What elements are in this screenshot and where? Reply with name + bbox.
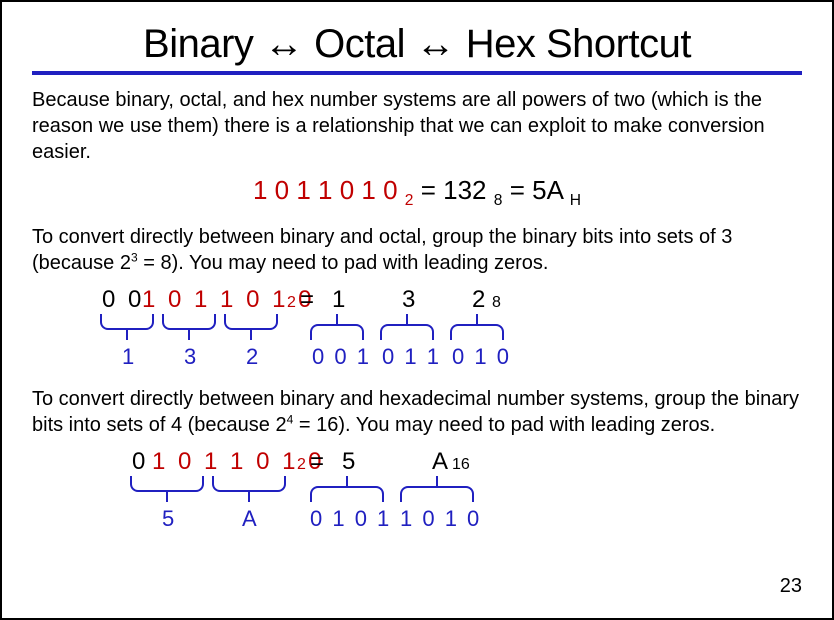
group-val-3: 2 — [246, 344, 258, 370]
bits-3: 0 1 0 — [452, 344, 511, 370]
bracket-stem — [336, 314, 338, 324]
binary-base: 2 — [287, 294, 299, 312]
octal-paragraph: To convert directly between binary and o… — [32, 224, 802, 276]
equals: = — [310, 448, 324, 476]
bracket-up — [450, 324, 504, 340]
bracket-stem — [248, 492, 250, 502]
octal-para-b: = 8). You may need to pad with leading z… — [138, 252, 549, 274]
binary-base: 2 — [297, 456, 309, 474]
intro-paragraph: Because binary, octal, and hex number sy… — [32, 87, 802, 165]
bracket-stem — [250, 330, 252, 340]
bracket-down — [224, 314, 278, 330]
hex-base: H — [570, 192, 581, 209]
result-base: 8 — [492, 294, 501, 312]
equals: = — [300, 286, 314, 314]
bracket-up — [310, 324, 364, 340]
hex-para-b: = 16). You may need to pad with leading … — [293, 414, 715, 436]
slide: Binary ↔ Octal ↔ Hex Shortcut Because bi… — [2, 2, 832, 618]
group-val-2: 3 — [184, 344, 196, 370]
pad-zero: 0 — [132, 448, 148, 476]
octal-para-exp: 3 — [131, 251, 138, 265]
bits-1: 0 1 0 1 — [310, 506, 391, 532]
bracket-stem — [188, 330, 190, 340]
result-1: 1 — [332, 286, 345, 314]
binary-value: 1 0 1 1 0 1 0 — [253, 175, 398, 205]
main-equation: 1 0 1 1 0 1 0 2 = 132 8 = 5A H — [32, 175, 802, 210]
bracket-up — [400, 486, 474, 502]
bracket-up — [310, 486, 384, 502]
page-number: 23 — [780, 575, 802, 598]
bracket-stem — [436, 476, 438, 486]
hex-value: 5A — [532, 175, 562, 205]
bracket-down — [212, 476, 286, 492]
bracket-stem — [126, 330, 128, 340]
pad-zeros: 0 0 — [102, 286, 144, 314]
bracket-down — [100, 314, 154, 330]
octal-base: 8 — [494, 192, 503, 209]
title-underline — [32, 71, 802, 75]
group-val-1: 5 — [162, 506, 174, 532]
bracket-stem — [476, 314, 478, 324]
bits-2: 1 0 1 0 — [400, 506, 481, 532]
binary-base: 2 — [405, 192, 414, 209]
bracket-down — [130, 476, 204, 492]
octal-value: 132 — [443, 175, 486, 205]
bracket-stem — [346, 476, 348, 486]
bits-1: 0 0 1 — [312, 344, 371, 370]
result-3: 2 — [472, 286, 485, 314]
bits-2: 0 1 1 — [382, 344, 441, 370]
hex-diagram: 0 1 0 1 1 0 1 0 2 = 5 A 16 5 A 0 1 0 1 1… — [32, 448, 802, 528]
bracket-stem — [406, 314, 408, 324]
bracket-up — [380, 324, 434, 340]
result-2: 3 — [402, 286, 415, 314]
result-2: A — [432, 448, 448, 476]
octal-diagram: 0 0 1 0 1 1 0 1 0 2 = 1 3 2 8 1 3 2 0 0 … — [32, 286, 802, 376]
bracket-down — [162, 314, 216, 330]
bracket-stem — [166, 492, 168, 502]
result-1: 5 — [342, 448, 355, 476]
equals: = — [510, 175, 532, 205]
group-val-2: A — [242, 506, 257, 532]
group-val-1: 1 — [122, 344, 134, 370]
result-base: 16 — [452, 456, 470, 474]
hex-paragraph: To convert directly between binary and h… — [32, 386, 802, 438]
slide-title: Binary ↔ Octal ↔ Hex Shortcut — [32, 22, 802, 67]
equals: = — [421, 175, 443, 205]
